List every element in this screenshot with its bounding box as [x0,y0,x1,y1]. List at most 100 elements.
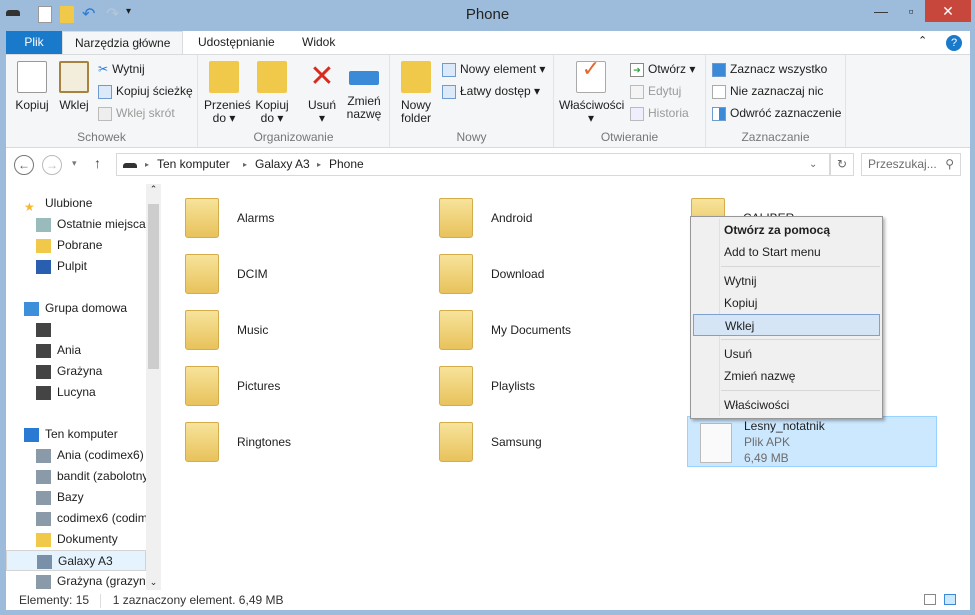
star-icon: ★ [24,199,35,214]
homegroup-icon [24,301,39,316]
tab-plik[interactable]: Plik [6,31,62,54]
network-drive-icon [36,469,51,484]
folder-item[interactable]: DCIM [185,248,437,298]
ribbon-tabs: Plik Narzędzia główne Udostępnianie Wido… [6,31,970,55]
folder-item[interactable]: Music [185,304,437,354]
group-otwieranie: ✓ Właściwości ▾ ➔ Otwórz ▾ Edytuj Historia… [554,55,706,147]
documents-icon [36,532,51,547]
refresh-button[interactable]: ↻ [830,153,854,176]
copy-to-button[interactable]: Kopiuj do ▾ [250,57,294,125]
select-none-button[interactable]: Nie zaznaczaj nic [712,81,823,101]
breadcrumb-ten-komputer[interactable]: Ten komputer [157,154,230,175]
properties-button[interactable]: ✓ Właściwości ▾ [556,57,626,125]
copy-path-button[interactable]: Kopiuj ścieżkę [98,81,193,101]
folder-icon [439,198,473,238]
paste-button[interactable]: Wklej [56,57,92,112]
help-icon[interactable]: ? [946,35,962,51]
details-view-button[interactable] [924,594,936,605]
nav-item-label: Pobrane [57,238,103,252]
invert-selection-icon [712,106,726,121]
menu-separator [721,266,880,267]
close-button[interactable]: ✕ [925,0,971,22]
back-button[interactable]: ← [14,155,34,175]
address-bar[interactable]: ▸ Ten komputer ▸ Galaxy A3 ▸ Phone ⌄ [116,153,830,176]
new-folder-button[interactable]: Nowy folder [396,57,436,125]
tab-widok[interactable]: Widok [290,31,347,54]
folder-item[interactable]: Playlists [439,360,691,410]
folder-item[interactable]: Pictures [185,360,437,410]
up-button[interactable]: ↑ [94,155,101,171]
nav-item-label: Grażyna (grazyna [57,574,153,588]
maximize-button[interactable]: ▫ [896,0,926,22]
folder-icon [439,254,473,294]
delete-x-icon: ✕ [309,60,335,93]
context-menu-item[interactable]: Wklej [693,314,880,336]
nav-item-label: Pulpit [57,259,88,273]
folder-item[interactable]: Android [439,192,691,242]
edit-icon [630,84,644,99]
folder-name: Playlists [491,379,536,393]
address-dropdown-icon[interactable]: ⌄ [809,154,817,175]
select-none-icon [712,84,726,99]
invert-selection-button[interactable]: Odwróć zaznaczenie [712,103,841,123]
recent-locations-dropdown[interactable]: ▾ [72,158,77,169]
context-menu: Otwórz za pomocą Add to Start menu Wytnij K… [690,216,883,419]
search-input[interactable]: Przeszukaj... ⚲ [861,153,961,176]
tiles-view-button[interactable] [944,594,956,605]
user-icon [36,322,51,337]
select-all-button[interactable]: Zaznacz wszystko [712,59,827,79]
downloads-icon [36,238,51,253]
minimize-button[interactable]: — [866,0,896,22]
folder-item[interactable]: Ringtones [185,416,437,466]
edit-button[interactable]: Edytuj [630,81,681,101]
nav-item-label: bandit (zabolotny [57,469,149,483]
paste-shortcut-button[interactable]: Wklej skrót [98,103,175,123]
context-menu-item[interactable]: Add to Start menu [693,241,880,263]
breadcrumb-galaxy-a3[interactable]: Galaxy A3 [255,154,310,175]
nav-item[interactable]: ★ Ulubione [24,193,164,214]
ribbon-collapse-icon[interactable]: ⌃ [918,34,927,47]
context-menu-item[interactable]: Kopiuj [693,292,880,314]
nav-scrollbar-thumb[interactable] [148,204,159,369]
tab-narzedzia-glowne[interactable]: Narzędzia główne [62,31,184,55]
nav-item[interactable]: Grupa domowa [24,298,164,319]
network-drive-icon [36,490,51,505]
navigation-pane: ★ Ulubione Ostatnie miejsca Pobrane Pulpit Gr… [6,184,161,590]
context-menu-item[interactable]: Właściwości [693,394,880,416]
new-item-button[interactable]: Nowy element ▾ [442,59,545,79]
file-type: Plik APK [744,435,791,449]
folder-name: Pictures [237,379,281,393]
breadcrumb-phone[interactable]: Phone [329,154,364,175]
nav-item-label: Ania [57,343,82,357]
open-button[interactable]: ➔ Otwórz ▾ [630,59,695,79]
context-menu-item[interactable]: Otwórz za pomocą [693,219,880,241]
folder-item[interactable]: My Documents [439,304,691,354]
rename-button[interactable]: Zmień nazwę [344,57,384,121]
copy-button[interactable]: Kopiuj [10,57,54,112]
folder-item[interactable]: Samsung [439,416,691,466]
folder-name: My Documents [491,323,572,337]
folder-icon [439,366,473,406]
context-menu-item[interactable]: Usuń [693,343,880,365]
file-size: 6,49 MB [744,451,789,465]
tab-udostepnianie[interactable]: Udostępnianie [186,31,287,54]
status-bar: Elementy: 15 1 zaznaczony element. 6,49 … [6,590,970,610]
folder-name: Alarms [237,211,275,225]
file-lesny-notatnik[interactable]: Lesny_notatnik Plik APK 6,49 MB [687,416,937,467]
nav-item[interactable]: Galaxy A3 [6,550,146,571]
forward-button[interactable]: → [42,155,62,175]
move-to-button[interactable]: Przenieś do ▾ [202,57,251,125]
folder-icon [185,366,219,406]
context-menu-item[interactable]: Wytnij [693,270,880,292]
network-drive-icon [36,448,51,463]
context-menu-item[interactable]: Zmień nazwę [693,365,880,387]
folder-icon [185,310,219,350]
folder-item[interactable]: Download [439,248,691,298]
copy-to-icon [257,61,287,93]
easy-access-button[interactable]: Łatwy dostęp ▾ [442,81,540,101]
folder-item[interactable]: Alarms [185,192,437,242]
cut-button[interactable]: ✂ Wytnij [98,59,145,79]
delete-button[interactable]: ✕ Usuń ▾ [302,57,342,125]
nav-item[interactable]: Ten komputer [24,424,164,445]
history-button[interactable]: Historia [630,103,689,123]
